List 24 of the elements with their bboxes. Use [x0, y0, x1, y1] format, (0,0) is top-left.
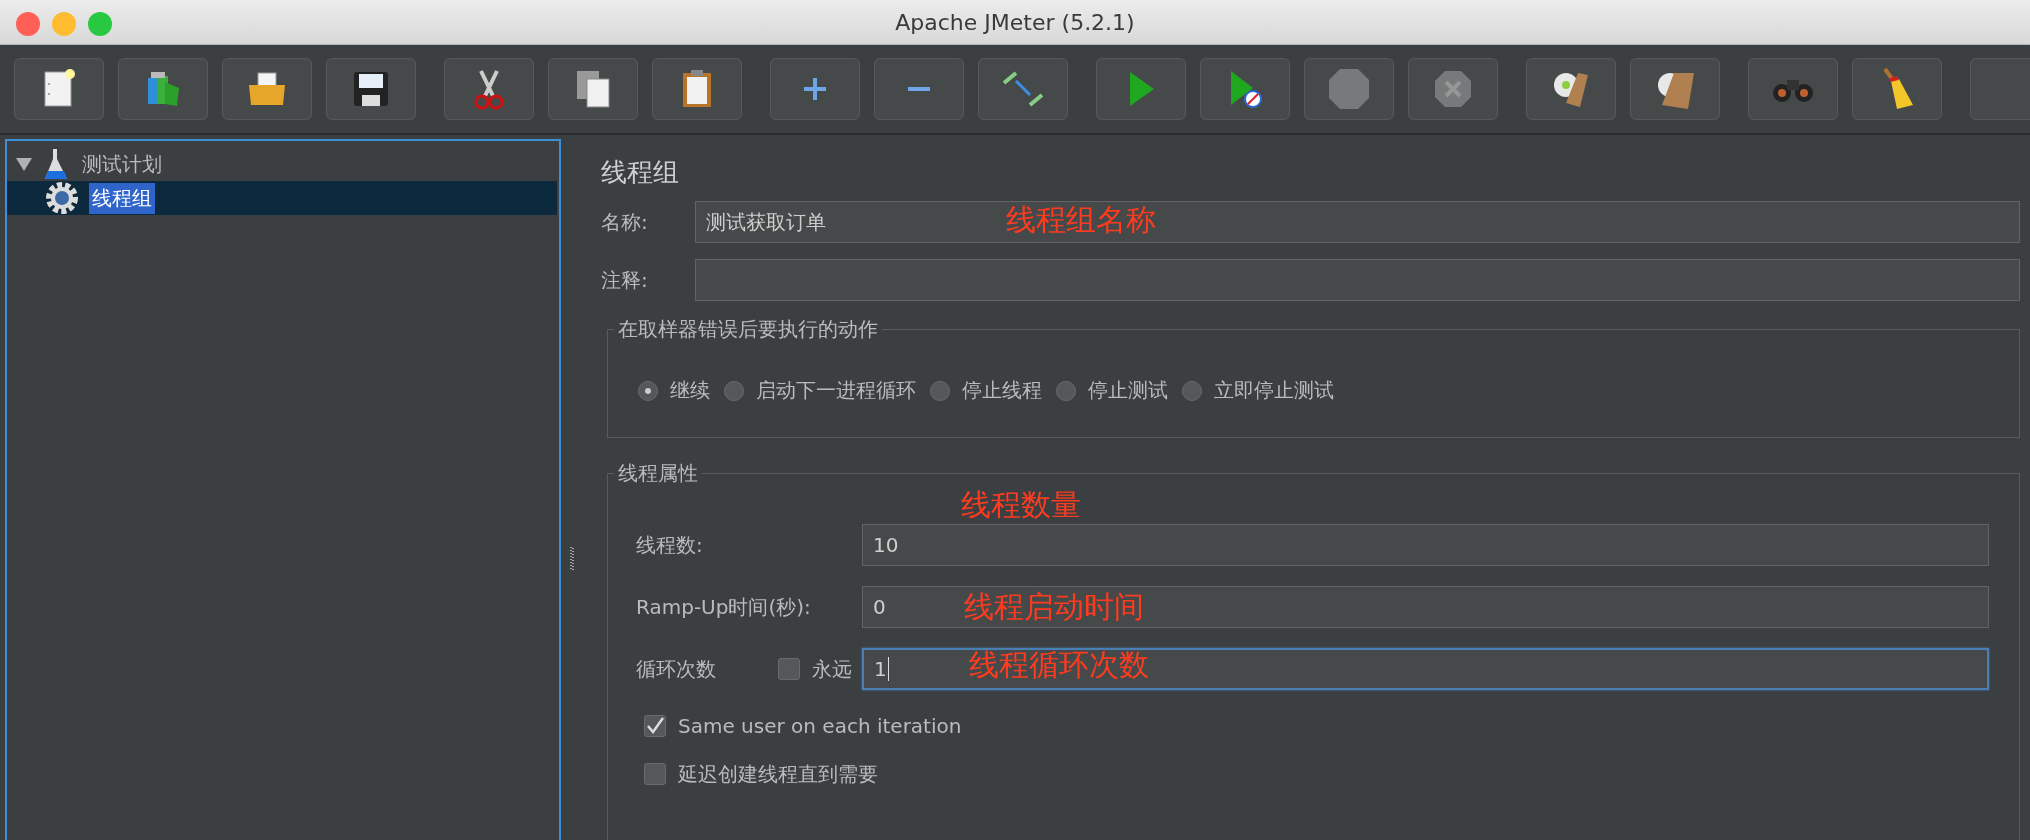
- annotation: 线程循环次数: [969, 646, 1149, 684]
- radio-option[interactable]: 立即停止测试: [1182, 377, 1334, 404]
- threads-field[interactable]: 10: [862, 524, 1989, 566]
- tree-item[interactable]: 测试计划: [79, 148, 165, 180]
- radio-option[interactable]: 停止测试: [1056, 377, 1168, 404]
- ramp-up-label: Ramp-Up时间(秒):: [636, 593, 812, 621]
- window-title: Apache JMeter (5.2.1): [895, 9, 1135, 35]
- group-legend: 线程属性: [614, 460, 702, 487]
- annotation: 线程数量: [961, 486, 1081, 524]
- option-checkbox[interactable]: Same user on each iteration: [644, 709, 2019, 743]
- threads-label: 线程数:: [636, 531, 704, 559]
- tree-item[interactable]: 线程组: [89, 182, 155, 214]
- option-checkbox[interactable]: 延迟创建线程直到需要: [644, 757, 2019, 791]
- name-label: 名称:: [601, 208, 649, 236]
- radio-option[interactable]: 继续: [638, 377, 710, 404]
- forever-checkbox[interactable]: 永远: [778, 655, 862, 683]
- radio-option[interactable]: 停止线程: [930, 377, 1042, 404]
- group-legend: 在取样器错误后要执行的动作: [614, 316, 882, 343]
- loop-count-label: 循环次数: [636, 655, 717, 683]
- annotation: 线程组名称: [1006, 201, 1156, 239]
- annotation: 线程启动时间: [964, 588, 1144, 626]
- comment-label: 注释:: [601, 266, 649, 294]
- panel-title: 线程组: [601, 156, 680, 189]
- radio-option[interactable]: 启动下一进程循环: [724, 377, 916, 404]
